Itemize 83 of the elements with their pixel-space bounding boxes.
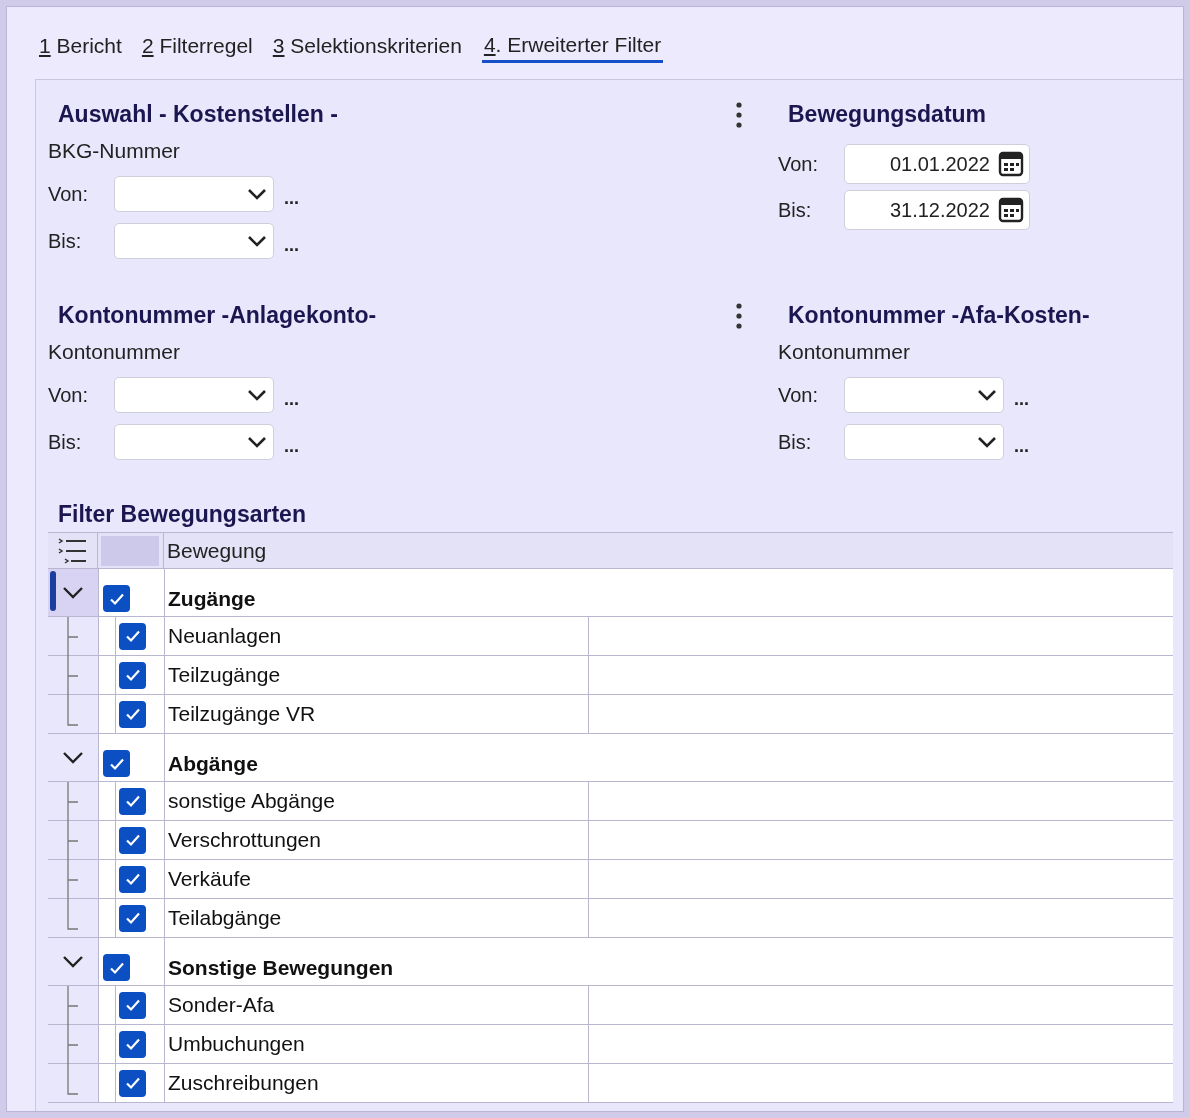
movement-type-label: Teilzugänge bbox=[167, 662, 281, 689]
checkbox[interactable] bbox=[119, 661, 146, 689]
movement-type-label: Verschrottungen bbox=[167, 827, 321, 854]
checkbox[interactable] bbox=[119, 1069, 146, 1097]
more-menu-icon[interactable] bbox=[736, 102, 742, 128]
browse-button[interactable]: ... bbox=[284, 184, 299, 212]
calendar-icon[interactable] bbox=[998, 197, 1024, 223]
group-label: Sonstige Bewegungen bbox=[167, 954, 394, 981]
group-label: Zugänge bbox=[167, 585, 256, 612]
more-menu-icon[interactable] bbox=[736, 303, 742, 329]
browse-button[interactable]: ... bbox=[1014, 385, 1029, 413]
tree-connector bbox=[66, 1024, 80, 1064]
movement-type-label: sonstige Abgänge bbox=[167, 788, 335, 815]
tree-connector bbox=[66, 616, 80, 656]
movement-type-label: Umbuchungen bbox=[167, 1031, 305, 1058]
checkbox[interactable] bbox=[119, 622, 146, 650]
chevron-down-icon bbox=[247, 436, 267, 448]
checkbox[interactable] bbox=[103, 750, 130, 777]
movement-type-label: Teilzugänge VR bbox=[167, 701, 316, 728]
chevron-down-icon bbox=[977, 436, 997, 448]
field-label: Bis: bbox=[778, 430, 813, 455]
checkbox[interactable] bbox=[119, 700, 146, 728]
checkbox[interactable] bbox=[119, 904, 146, 932]
dropdown-field[interactable] bbox=[114, 223, 274, 259]
field-group-label: Kontonummer bbox=[778, 339, 911, 365]
field-label: Bis: bbox=[48, 229, 83, 254]
checkbox[interactable] bbox=[119, 787, 146, 815]
dropdown-field[interactable] bbox=[114, 176, 274, 212]
chevron-down-icon bbox=[247, 389, 267, 401]
tree-connector bbox=[66, 655, 80, 695]
tree-connector bbox=[66, 781, 80, 821]
selection-indicator bbox=[50, 571, 56, 611]
dropdown-field[interactable] bbox=[114, 377, 274, 413]
checkbox[interactable] bbox=[119, 865, 146, 893]
browse-button[interactable]: ... bbox=[284, 432, 299, 460]
field-label: Bis: bbox=[48, 430, 83, 455]
tab[interactable]: 4. Erweiterter Filter bbox=[481, 29, 664, 63]
tab[interactable]: 3 Selektionskriterien bbox=[272, 29, 462, 63]
section-title: Filter Bewegungsarten bbox=[57, 500, 307, 529]
movement-type-label: Verkäufe bbox=[167, 866, 251, 893]
checkbox[interactable] bbox=[119, 826, 146, 854]
tree-list-icon[interactable] bbox=[56, 535, 89, 566]
section-title: Bewegungsdatum bbox=[787, 100, 988, 129]
section-title: Kontonummer -Anlagekonto- bbox=[57, 301, 378, 330]
dropdown-field[interactable] bbox=[844, 424, 1004, 460]
calendar-icon[interactable] bbox=[998, 151, 1024, 177]
tree-connector bbox=[66, 985, 80, 1025]
section-title: Auswahl - Kostenstellen - bbox=[57, 100, 339, 129]
date-field[interactable]: 01.01.2022 bbox=[844, 144, 1030, 184]
browse-button[interactable]: ... bbox=[284, 231, 299, 259]
date-field[interactable]: 31.12.2022 bbox=[844, 190, 1030, 230]
chevron-down-icon bbox=[247, 188, 267, 200]
chevron-down-icon bbox=[247, 235, 267, 247]
dropdown-field[interactable] bbox=[844, 377, 1004, 413]
column-header-blank bbox=[101, 535, 159, 566]
tab[interactable]: 2 Filterregel bbox=[141, 29, 253, 63]
chevron-icon[interactable] bbox=[62, 585, 84, 600]
field-label: Von: bbox=[48, 383, 90, 408]
browse-button[interactable]: ... bbox=[284, 385, 299, 413]
field-label: Von: bbox=[48, 182, 90, 207]
movement-type-label: Sonder-Afa bbox=[167, 992, 275, 1019]
movement-type-label: Neuanlagen bbox=[167, 623, 282, 650]
movement-type-label: Zuschreibungen bbox=[167, 1070, 319, 1097]
browse-button[interactable]: ... bbox=[1014, 432, 1029, 460]
chevron-down-icon bbox=[977, 389, 997, 401]
tab[interactable]: 1 Bericht bbox=[39, 29, 122, 63]
group-label: Abgänge bbox=[167, 750, 258, 777]
tree-connector bbox=[66, 859, 80, 899]
checkbox[interactable] bbox=[119, 991, 146, 1019]
movement-type-label: Teilabgänge bbox=[167, 905, 282, 932]
field-group-label: Kontonummer bbox=[48, 339, 181, 365]
field-label: Bis: bbox=[778, 198, 813, 223]
checkbox[interactable] bbox=[103, 954, 130, 981]
checkbox[interactable] bbox=[103, 585, 130, 612]
chevron-icon[interactable] bbox=[62, 750, 84, 765]
dropdown-field[interactable] bbox=[114, 424, 274, 460]
field-label: Von: bbox=[778, 383, 820, 408]
field-label: Von: bbox=[778, 152, 820, 177]
checkbox[interactable] bbox=[119, 1030, 146, 1058]
chevron-icon[interactable] bbox=[62, 954, 84, 969]
section-title: Kontonummer -Afa-Kosten- bbox=[787, 301, 1091, 330]
tree-connector bbox=[66, 820, 80, 860]
field-group-label: BKG-Nummer bbox=[48, 138, 181, 164]
